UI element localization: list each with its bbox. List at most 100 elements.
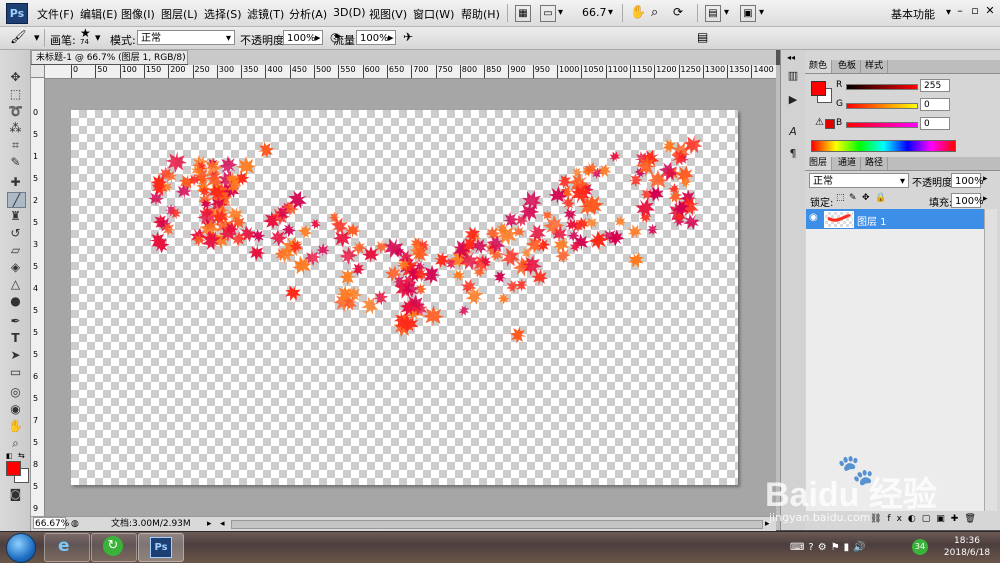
taskbar-refresh-app[interactable]: ↻: [91, 533, 137, 562]
foreground-color-swatch[interactable]: [6, 461, 21, 476]
screen-mode-icon[interactable]: ▣: [740, 5, 756, 22]
g-value-input[interactable]: 0: [920, 98, 950, 111]
path-selection-tool-icon[interactable]: ➤: [7, 348, 24, 362]
chevron-down-icon[interactable]: ▾: [724, 5, 729, 20]
tab-channels[interactable]: 通道: [834, 157, 862, 170]
blend-mode-select[interactable]: 正常 ▾: [809, 173, 909, 188]
3d-rotate-tool-icon[interactable]: ◎: [7, 385, 24, 399]
lock-position-icon[interactable]: ✥: [862, 193, 870, 203]
shape-tool-icon[interactable]: ▭: [7, 365, 24, 379]
chevron-right-icon[interactable]: ▸: [315, 31, 321, 44]
dodge-tool-icon[interactable]: ●: [7, 294, 24, 308]
history-brush-tool-icon[interactable]: ↺: [7, 226, 24, 240]
chevron-right-icon[interactable]: ▸: [388, 31, 394, 44]
character-panel-icon[interactable]: A: [785, 124, 801, 140]
hand-tool-icon[interactable]: ✋: [630, 5, 646, 20]
foreground-color-chip[interactable]: [811, 81, 826, 96]
chevron-right-icon[interactable]: ▸: [207, 517, 212, 531]
crop-tool-icon[interactable]: ⌗: [7, 138, 24, 152]
airbrush-icon[interactable]: ✈: [403, 30, 413, 44]
zoom-level[interactable]: 66.7: [582, 6, 607, 19]
healing-brush-tool-icon[interactable]: ✚: [7, 175, 24, 189]
zoom-tool-icon[interactable]: ⌕: [651, 5, 658, 20]
brush-tool-icon[interactable]: ╱: [7, 192, 26, 208]
brush-tool-icon[interactable]: 🖌: [10, 30, 27, 45]
r-slider[interactable]: [846, 84, 918, 90]
tab-swatches[interactable]: 色板: [834, 60, 862, 73]
menu-help[interactable]: 帮助(H): [461, 6, 500, 22]
chevron-down-icon[interactable]: ▾: [558, 5, 563, 20]
lasso-tool-icon[interactable]: ➰: [7, 104, 24, 118]
horizontal-scrollbar[interactable]: [231, 520, 763, 529]
paragraph-panel-icon[interactable]: ¶: [785, 146, 801, 162]
lock-transparent-icon[interactable]: ⬚: [836, 193, 845, 203]
tab-paths[interactable]: 路径: [861, 157, 889, 170]
taskbar-ie[interactable]: e: [44, 533, 90, 562]
b-value-input[interactable]: 0: [920, 117, 950, 130]
rotate-view-icon[interactable]: ⟳: [673, 5, 683, 20]
gamut-color-chip[interactable]: [825, 119, 835, 129]
bridge-icon[interactable]: ▦: [515, 5, 531, 22]
type-tool-icon[interactable]: T: [7, 331, 24, 345]
status-info-icon[interactable]: ◍: [71, 517, 79, 531]
taskbar-clock[interactable]: 18:36 2018/6/18: [940, 535, 994, 559]
start-button-icon[interactable]: [6, 533, 36, 563]
warning-icon[interactable]: ⚠: [815, 117, 824, 128]
layer-name[interactable]: 图层 1: [857, 213, 887, 228]
chevron-down-icon[interactable]: ▾: [95, 31, 101, 44]
eraser-tool-icon[interactable]: ▱: [7, 243, 24, 257]
g-slider[interactable]: [846, 103, 918, 109]
tab-color[interactable]: 颜色: [805, 60, 833, 73]
zoom-tool-icon[interactable]: ⌕: [7, 436, 24, 450]
menu-select[interactable]: 选择(S): [204, 6, 242, 22]
chevron-right-icon[interactable]: ▸: [983, 194, 988, 204]
hand-tool-icon[interactable]: ✋: [7, 419, 24, 433]
lock-image-icon[interactable]: ✎: [849, 193, 857, 203]
scroll-right-icon[interactable]: ▸: [765, 517, 770, 531]
chevron-right-icon[interactable]: ▸: [983, 174, 988, 184]
quick-selection-tool-icon[interactable]: ⁂: [7, 121, 24, 135]
clone-stamp-tool-icon[interactable]: ♜: [7, 209, 24, 223]
visibility-eye-icon[interactable]: ◉: [809, 212, 818, 223]
pen-tool-icon[interactable]: ✒: [7, 314, 24, 328]
menu-edit[interactable]: 编辑(E): [80, 6, 118, 22]
tab-layers[interactable]: 图层: [805, 157, 833, 170]
arrange-documents-icon[interactable]: ▤: [705, 5, 721, 22]
menu-file[interactable]: 文件(F): [37, 6, 74, 22]
layer-opacity-input[interactable]: 100%: [951, 173, 984, 188]
mode-select[interactable]: 正常 ▾: [137, 30, 235, 45]
blur-tool-icon[interactable]: △: [7, 277, 24, 291]
tray-badge[interactable]: 34: [912, 539, 928, 555]
menu-filter[interactable]: 滤镜(T): [247, 6, 284, 22]
brush-panel-toggle-icon[interactable]: ▤: [697, 30, 708, 44]
chevron-down-icon[interactable]: ▾: [759, 5, 764, 20]
chevron-down-icon[interactable]: ▾: [946, 5, 951, 20]
zoom-status-field[interactable]: 66.67%: [33, 517, 69, 529]
chevron-down-icon[interactable]: ▾: [608, 5, 613, 20]
actions-panel-icon[interactable]: ▶: [785, 92, 801, 108]
restore-icon[interactable]: ▫: [968, 4, 982, 18]
paint-bucket-tool-icon[interactable]: ◈: [7, 260, 24, 274]
close-icon[interactable]: ✕: [983, 4, 997, 18]
color-spectrum-bar[interactable]: [811, 140, 956, 152]
3d-orbit-tool-icon[interactable]: ◉: [7, 402, 24, 416]
menu-window[interactable]: 窗口(W): [413, 6, 454, 22]
r-value-input[interactable]: 255: [920, 79, 950, 92]
menu-3d[interactable]: 3D(D): [333, 6, 366, 19]
history-panel-icon[interactable]: ▥: [785, 68, 801, 84]
tab-styles[interactable]: 样式: [861, 60, 889, 73]
document-tab[interactable]: 未标题-1 @ 66.7% (图层 1, RGB/8) *: [31, 50, 188, 64]
lock-all-icon[interactable]: 🔒: [875, 193, 886, 203]
quick-mask-icon[interactable]: ◙: [7, 487, 24, 501]
menu-analysis[interactable]: 分析(A): [289, 6, 327, 22]
chevron-down-icon[interactable]: ▾: [34, 31, 40, 44]
ruler-origin[interactable]: [31, 65, 45, 78]
minimize-icon[interactable]: –: [953, 4, 967, 18]
marquee-tool-icon[interactable]: ⬚: [7, 87, 24, 101]
collapse-arrows-icon[interactable]: ◂◂: [787, 53, 795, 62]
fill-input[interactable]: 100%: [951, 193, 984, 208]
layer-row-selected[interactable]: ◉ 图层 1: [806, 209, 984, 229]
scroll-left-icon[interactable]: ◂: [220, 517, 225, 531]
move-tool-icon[interactable]: ✥: [7, 70, 24, 84]
document-canvas[interactable]: [71, 110, 738, 485]
